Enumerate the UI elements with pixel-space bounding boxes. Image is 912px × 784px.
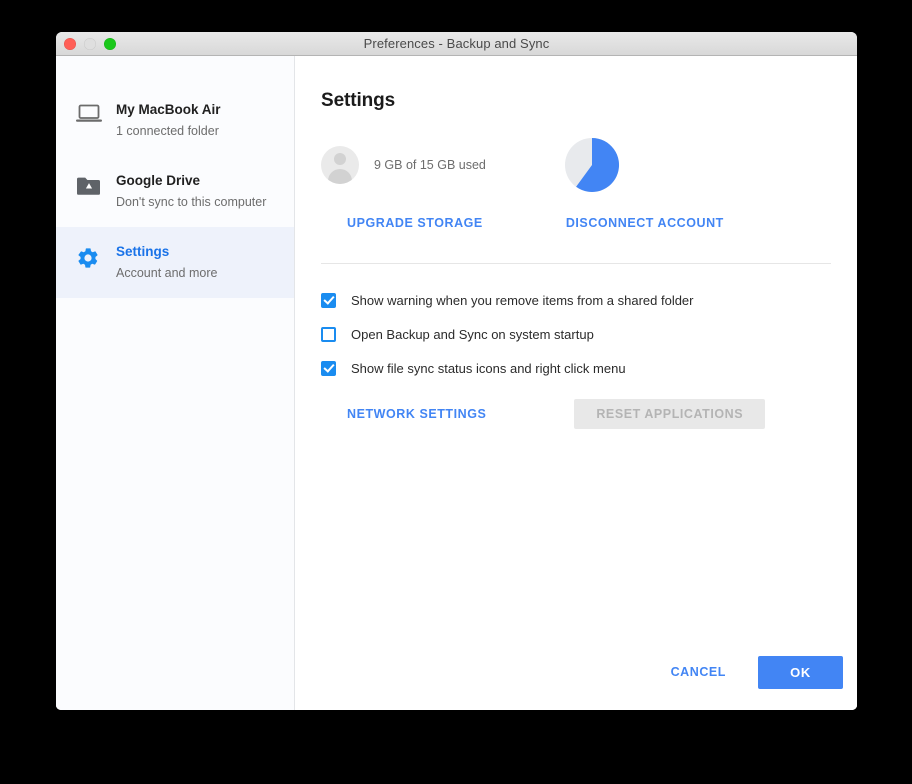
reset-applications-button: RESET APPLICATIONS	[574, 399, 765, 429]
person-avatar-icon	[321, 146, 359, 184]
laptop-icon	[76, 101, 110, 123]
sidebar-item-my-macbook-air[interactable]: My MacBook Air 1 connected folder	[56, 85, 294, 156]
window-titlebar: Preferences - Backup and Sync	[56, 32, 857, 56]
checkbox-label: Show file sync status icons and right cl…	[351, 361, 626, 376]
account-links-row: UPGRADE STORAGE DISCONNECT ACCOUNT	[321, 210, 831, 236]
checkbox-sync-status-icons[interactable]	[321, 361, 336, 376]
settings-actions-row: NETWORK SETTINGS RESET APPLICATIONS	[321, 399, 831, 429]
upgrade-storage-button[interactable]: UPGRADE STORAGE	[347, 216, 483, 230]
sidebar-item-subtitle: 1 connected folder	[116, 122, 221, 140]
sidebar: My MacBook Air 1 connected folder Google…	[56, 56, 295, 710]
sidebar-item-subtitle: Don't sync to this computer	[116, 193, 266, 211]
section-divider	[321, 263, 831, 264]
gear-icon	[76, 243, 110, 270]
storage-quota-text: 9 GB of 15 GB used	[374, 158, 486, 172]
minimize-button[interactable]	[84, 38, 96, 50]
network-settings-button[interactable]: NETWORK SETTINGS	[347, 407, 486, 421]
checkbox-label: Open Backup and Sync on system startup	[351, 327, 594, 342]
checkbox-open-on-startup[interactable]	[321, 327, 336, 342]
preferences-window: Preferences - Backup and Sync My MacBook…	[56, 32, 857, 710]
preferences-checkbox-group: Show warning when you remove items from …	[321, 283, 831, 385]
sidebar-item-subtitle: Account and more	[116, 264, 217, 282]
page-title: Settings	[321, 90, 831, 112]
account-summary-row: 9 GB of 15 GB used	[321, 134, 831, 196]
disconnect-account-button[interactable]: DISCONNECT ACCOUNT	[566, 216, 724, 230]
sidebar-item-title: My MacBook Air	[116, 102, 221, 117]
window-title: Preferences - Backup and Sync	[364, 36, 550, 51]
cancel-button[interactable]: CANCEL	[657, 657, 740, 687]
sidebar-item-title: Google Drive	[116, 173, 200, 188]
sidebar-item-text: Google Drive Don't sync to this computer	[110, 172, 266, 211]
sidebar-item-text: Settings Account and more	[110, 243, 217, 282]
maximize-button[interactable]	[104, 38, 116, 50]
checkbox-label: Show warning when you remove items from …	[351, 293, 694, 308]
dialog-footer: CANCEL OK	[295, 634, 857, 710]
checkbox-row-sync-status-icons[interactable]: Show file sync status icons and right cl…	[321, 351, 831, 385]
sidebar-item-text: My MacBook Air 1 connected folder	[110, 101, 221, 140]
sidebar-item-settings[interactable]: Settings Account and more	[56, 227, 294, 298]
sidebar-item-google-drive[interactable]: Google Drive Don't sync to this computer	[56, 156, 294, 227]
storage-usage-pie-chart	[564, 137, 620, 193]
ok-button[interactable]: OK	[758, 656, 843, 689]
checkbox-shared-folder-warning[interactable]	[321, 293, 336, 308]
close-button[interactable]	[64, 38, 76, 50]
window-body: My MacBook Air 1 connected folder Google…	[56, 56, 857, 710]
window-controls	[64, 32, 116, 55]
checkbox-row-open-on-startup[interactable]: Open Backup and Sync on system startup	[321, 317, 831, 351]
settings-panel: Settings 9 GB of 15 GB used UPGRADE STOR…	[295, 56, 857, 710]
google-drive-folder-icon	[76, 172, 110, 196]
checkbox-row-shared-folder-warning[interactable]: Show warning when you remove items from …	[321, 283, 831, 317]
sidebar-item-title: Settings	[116, 244, 169, 259]
